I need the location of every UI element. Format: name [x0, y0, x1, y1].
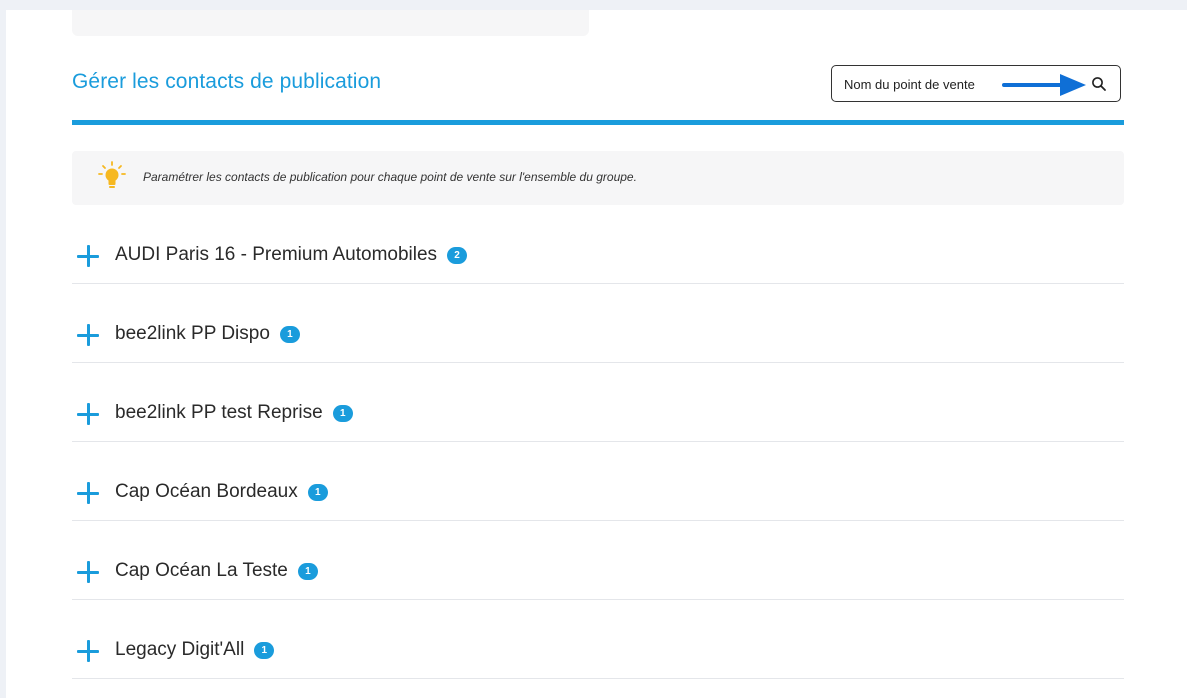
list-item[interactable]: AUDI Paris 16 - Premium Automobiles 2 — [72, 205, 1124, 284]
count-badge: 1 — [307, 483, 328, 501]
list-item-label: bee2link PP Dispo — [115, 323, 270, 344]
info-banner: Paramétrer les contacts de publication p… — [72, 151, 1124, 205]
page-container: Gérer les contacts de publication Para — [6, 10, 1187, 698]
count-badge: 1 — [254, 641, 275, 659]
search-box[interactable] — [831, 65, 1121, 102]
plus-icon[interactable] — [77, 403, 99, 425]
title-divider — [72, 120, 1124, 125]
list-item[interactable]: Cap Océan La Teste 1 — [72, 521, 1124, 600]
info-text: Paramétrer les contacts de publication p… — [143, 170, 637, 184]
plus-icon[interactable] — [77, 640, 99, 662]
plus-icon[interactable] — [77, 245, 99, 267]
points-de-vente-list: AUDI Paris 16 - Premium Automobiles 2 be… — [72, 205, 1124, 679]
search-icon[interactable] — [1090, 75, 1108, 93]
list-item-label: Cap Océan Bordeaux — [115, 481, 298, 502]
plus-icon[interactable] — [77, 482, 99, 504]
count-badge: 1 — [332, 404, 353, 422]
list-item-label: AUDI Paris 16 - Premium Automobiles — [115, 244, 438, 265]
plus-icon[interactable] — [77, 561, 99, 583]
list-item-label: Cap Océan La Teste — [115, 560, 288, 581]
count-badge: 1 — [297, 562, 318, 580]
count-badge: 2 — [447, 246, 468, 264]
list-item[interactable]: Cap Océan Bordeaux 1 — [72, 442, 1124, 521]
list-item[interactable]: bee2link PP test Reprise 1 — [72, 363, 1124, 442]
arrow-annotation-icon — [1002, 74, 1086, 96]
page-title: Gérer les contacts de publication — [72, 70, 382, 93]
list-item-label: Legacy Digit'All — [115, 639, 245, 660]
search-input[interactable] — [844, 75, 994, 93]
count-badge: 1 — [279, 325, 300, 343]
list-item[interactable]: Legacy Digit'All 1 — [72, 600, 1124, 679]
lightbulb-icon — [98, 161, 126, 188]
top-card — [72, 10, 589, 36]
list-item[interactable]: bee2link PP Dispo 1 — [72, 284, 1124, 363]
plus-icon[interactable] — [77, 324, 99, 346]
list-item-label: bee2link PP test Reprise — [115, 402, 323, 423]
